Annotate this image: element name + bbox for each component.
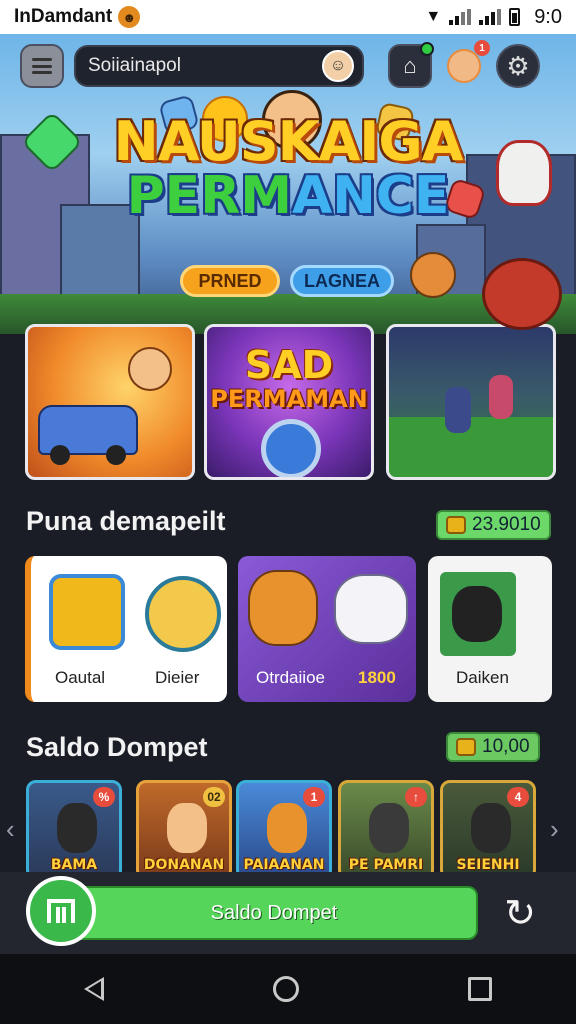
tile-label: SEIENHI bbox=[456, 857, 520, 873]
hero-subtitle-part: PERM bbox=[126, 166, 292, 226]
balance-badge: 10,00 bbox=[446, 732, 540, 762]
product-label: Otrdaiioe bbox=[256, 668, 325, 687]
character-icon bbox=[167, 803, 207, 853]
character-icon bbox=[369, 803, 409, 853]
top-bar: Soiiainapol ☺ ⌂ 1 ⚙ bbox=[20, 40, 560, 90]
gear-icon: ⚙ bbox=[506, 50, 530, 81]
balance-badge: 23.9010 bbox=[436, 510, 551, 540]
product-label: Dieier bbox=[155, 668, 200, 687]
signal-icon bbox=[479, 9, 502, 25]
featured-card-title: SAD bbox=[244, 343, 334, 387]
refresh-icon: ↻ bbox=[504, 892, 536, 935]
system-navigation-bar bbox=[0, 954, 576, 1024]
battery-icon bbox=[509, 8, 521, 26]
runner-character-icon bbox=[128, 347, 172, 391]
tile-label: PAIAANAN bbox=[243, 857, 325, 873]
home-button[interactable] bbox=[26, 876, 96, 946]
football-field bbox=[389, 417, 553, 477]
avatar[interactable]: ☺ bbox=[322, 50, 354, 82]
hero-pill-button[interactable]: PRNED bbox=[180, 265, 280, 297]
dog-character-icon bbox=[440, 572, 516, 656]
back-icon[interactable] bbox=[84, 977, 105, 1001]
character-icon bbox=[57, 803, 97, 853]
product-label: Oautal bbox=[55, 668, 106, 687]
status-bar: InDamdant ☻ ▼ 9:0 bbox=[0, 0, 576, 34]
home-circle-icon[interactable] bbox=[272, 976, 299, 1002]
medal-icon bbox=[145, 576, 221, 652]
featured-card-football[interactable] bbox=[386, 324, 556, 480]
shop-icon: ⌂ bbox=[403, 53, 417, 78]
menu-icon bbox=[32, 58, 52, 74]
coins-icon bbox=[446, 516, 466, 534]
money-icon bbox=[49, 574, 125, 650]
home-icon bbox=[47, 899, 75, 923]
balance-value: 23.9010 bbox=[472, 514, 541, 535]
wifi-icon: ▼ bbox=[425, 8, 442, 25]
tile-badge: 02 bbox=[203, 787, 225, 807]
balance-value: 10,00 bbox=[482, 736, 530, 757]
status-app-name: InDamdant bbox=[14, 6, 113, 27]
hero-subtitle-part: ANCE bbox=[291, 166, 450, 226]
status-time: 9:0 bbox=[534, 5, 562, 28]
hero-subtitle: PERMANCE bbox=[0, 166, 576, 226]
tile-badge: ↑ bbox=[405, 787, 427, 807]
tile-badge: 1 bbox=[303, 787, 325, 807]
wallet-balance-button[interactable]: Saldo Dompet bbox=[70, 886, 478, 940]
character-icon bbox=[471, 803, 511, 853]
featured-card-subtitle: PERMAMAN bbox=[210, 385, 368, 413]
chevron-right-icon[interactable]: › bbox=[550, 814, 559, 845]
refresh-button[interactable]: ↻ bbox=[496, 886, 544, 940]
settings-button[interactable]: ⚙ bbox=[496, 44, 540, 88]
product-price: 1800 bbox=[358, 668, 396, 687]
tile-badge: % bbox=[93, 787, 115, 807]
game-tile[interactable]: 02 DONANAN bbox=[136, 780, 232, 880]
player-character-icon bbox=[445, 387, 471, 433]
hero-title: NAUSKAIGA bbox=[113, 110, 464, 173]
recent-apps-icon[interactable] bbox=[467, 977, 492, 1001]
game-tile[interactable]: ↑ PE PAMRI bbox=[338, 780, 434, 880]
online-badge bbox=[420, 42, 434, 56]
product-card[interactable]: Daiken bbox=[428, 556, 552, 702]
hero-pill-button[interactable]: LAGNEA bbox=[290, 265, 394, 297]
featured-card-sad[interactable]: SAD PERMAMAN bbox=[204, 324, 374, 480]
cauldron-icon bbox=[482, 258, 562, 330]
game-tile[interactable]: 1 PAIAANAN bbox=[236, 780, 332, 880]
product-label: Daiken bbox=[456, 668, 509, 687]
tile-label: PE PAMRI bbox=[348, 857, 424, 873]
game-tile[interactable]: % BAMA bbox=[26, 780, 122, 880]
app-logo-icon: ☻ bbox=[118, 6, 141, 28]
product-card[interactable]: Otrdaiioe 1800 bbox=[238, 556, 416, 702]
signal-icon bbox=[449, 9, 472, 25]
shop-button[interactable]: ⌂ bbox=[388, 42, 434, 88]
profile-button[interactable]: 1 bbox=[442, 40, 490, 88]
notification-badge: 1 bbox=[474, 40, 490, 56]
tile-label: DONANAN bbox=[143, 857, 225, 873]
character-icon bbox=[267, 803, 307, 853]
search-value: Soiiainapol bbox=[88, 55, 181, 76]
tile-badge: 4 bbox=[507, 787, 529, 807]
fox-character-icon bbox=[410, 252, 456, 298]
menu-button[interactable] bbox=[20, 44, 64, 88]
tile-label: BAMA bbox=[50, 857, 98, 873]
player-character-icon bbox=[489, 375, 513, 419]
section-title: Saldo Dompet bbox=[26, 732, 208, 762]
featured-card-car[interactable] bbox=[25, 324, 195, 480]
wolf-character-icon bbox=[334, 574, 408, 644]
product-card[interactable]: Oautal Dieier bbox=[25, 556, 227, 702]
search-input[interactable]: Soiiainapol ☺ bbox=[74, 45, 364, 87]
car-icon bbox=[38, 405, 138, 465]
dog-character-icon bbox=[248, 570, 318, 646]
coins-icon bbox=[456, 738, 476, 756]
chevron-left-icon[interactable]: ‹ bbox=[6, 814, 15, 845]
section-title: Puna demapeilt bbox=[26, 506, 226, 536]
coin-icon bbox=[261, 419, 321, 477]
game-tile[interactable]: 4 SEIENHI bbox=[440, 780, 536, 880]
